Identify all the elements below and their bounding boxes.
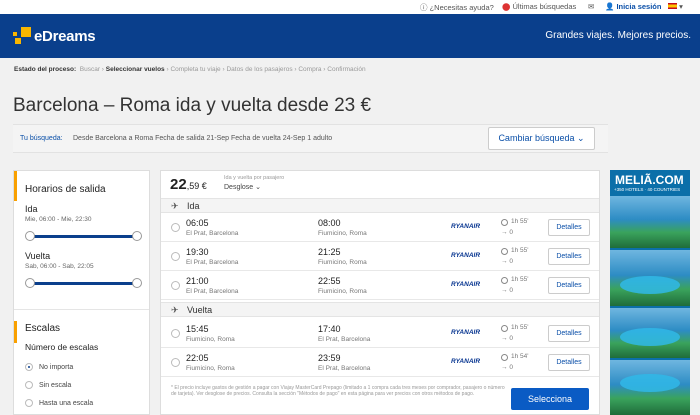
step-passengers: Datos de los pasajeros [226, 66, 293, 73]
logo-icon [13, 27, 31, 45]
step-complete-trip: Completa tu viaje [170, 66, 221, 73]
slider-handle-min[interactable] [25, 231, 35, 241]
flight-radio[interactable] [171, 281, 180, 290]
price-note: Ida y vuelta por pasajero [224, 175, 285, 181]
price-footnote: * El precio incluye gastos de gestión a … [171, 385, 505, 397]
ad-photo [610, 250, 690, 306]
utility-bar: ⓘ ¿Necesitas ayuda? ⬤ Últimas búsquedas … [0, 0, 700, 14]
flag-icon[interactable]: ▾ [668, 2, 683, 11]
flight-radio[interactable] [171, 223, 180, 232]
slider-handle-min[interactable] [25, 278, 35, 288]
flight-row[interactable]: 22:05 Fiumicino, Roma 23:59 El Prat, Bar… [161, 349, 599, 377]
flight-radio[interactable] [171, 252, 180, 261]
flight-row[interactable]: 06:05 El Prat, Barcelona 08:00 Fiumicino… [161, 214, 599, 242]
stops-option-any[interactable]: No importa [25, 363, 73, 371]
plane-icon: ✈ [171, 305, 179, 315]
tagline: Grandes viajes. Mejores precios. [545, 30, 691, 41]
flight-row[interactable]: 15:45 Fiumicino, Roma 17:40 El Prat, Bar… [161, 320, 599, 348]
flight-row[interactable]: 19:30 El Prat, Barcelona 21:25 Fiumicino… [161, 243, 599, 271]
details-button[interactable]: Detalles [548, 325, 590, 342]
filters-sidebar: Horarios de salida Ida Mie, 06:00 - Mie,… [13, 170, 150, 415]
step-select-flights: Seleccionar vuelos [105, 66, 165, 73]
search-summary: Desde Barcelona a Roma Fecha de salida 2… [73, 135, 333, 142]
edreams-logo[interactable]: eDreams [13, 27, 96, 45]
stops-title: Escalas [25, 323, 61, 334]
chevron-down-icon: ⌄ [577, 133, 585, 143]
outbound-range: Mie, 06:00 - Mie, 22:30 [25, 216, 92, 223]
site-header: eDreams Grandes viajes. Mejores precios. [0, 14, 700, 58]
clock-icon [501, 277, 508, 284]
step-confirmation: Confirmación [327, 66, 366, 73]
return-label: Vuelta [25, 251, 51, 261]
departure-times-title: Horarios de salida [25, 184, 106, 195]
flight-row[interactable]: 21:00 El Prat, Barcelona 22:55 Fiumicino… [161, 272, 599, 300]
mail-icon[interactable]: ✉ [588, 2, 594, 11]
ad-photo [610, 360, 690, 415]
melia-ad-banner[interactable]: MELIÃ.COM +350 HOTELS · 40 COUNTRIES [610, 170, 690, 415]
price: 22,59 € [170, 176, 207, 193]
tariff-select[interactable]: Desglose ⌄ [224, 183, 261, 191]
plane-icon: ✈ [171, 201, 179, 211]
details-button[interactable]: Detalles [548, 354, 590, 371]
ad-photo [610, 196, 690, 248]
help-link[interactable]: ⓘ ¿Necesitas ayuda? [420, 2, 494, 13]
outbound-label: Ida [25, 204, 38, 214]
ryanair-logo: RYANAIR [451, 252, 481, 259]
ryanair-logo: RYANAIR [451, 329, 481, 336]
flight-radio[interactable] [171, 329, 180, 338]
details-button[interactable]: Detalles [548, 248, 590, 265]
select-button[interactable]: Selecciona [511, 388, 589, 410]
step-purchase: Compra [298, 66, 322, 73]
return-time-slider[interactable] [25, 278, 142, 288]
chevron-down-icon: ⌄ [255, 184, 262, 191]
ad-brand: MELIÃ.COM [615, 173, 684, 187]
flight-radio[interactable] [171, 358, 180, 367]
ad-photo [610, 308, 690, 358]
stops-option-direct[interactable]: Sin escala [25, 381, 71, 389]
page-title: Barcelona – Roma ida y vuelta desde 23 € [13, 95, 372, 116]
results-panel: 22,59 € Ida y vuelta por pasajero Desglo… [160, 170, 600, 415]
ryanair-logo: RYANAIR [451, 358, 481, 365]
outbound-section-header: ✈ Ida [161, 198, 599, 213]
stops-subtitle: Número de escalas [25, 342, 99, 352]
ryanair-logo: RYANAIR [451, 223, 481, 230]
change-search-button[interactable]: Cambiar búsqueda ⌄ [488, 127, 595, 150]
clock-icon [501, 248, 508, 255]
process-steps: Estado del proceso: Buscar › Seleccionar… [14, 66, 366, 73]
outbound-time-slider[interactable] [25, 231, 142, 241]
details-button[interactable]: Detalles [548, 277, 590, 294]
stops-option-one[interactable]: Hasta una escala [25, 399, 93, 407]
details-button[interactable]: Detalles [548, 219, 590, 236]
slider-handle-max[interactable] [132, 278, 142, 288]
clock-icon [501, 354, 508, 361]
step-search[interactable]: Buscar [80, 66, 100, 73]
login-link[interactable]: 👤 Inicia sesión [605, 2, 661, 11]
recent-searches-link[interactable]: ⬤ Últimas búsquedas [502, 2, 576, 11]
clock-icon [501, 219, 508, 226]
clock-icon [501, 325, 508, 332]
return-section-header: ✈ Vuelta [161, 302, 599, 317]
ryanair-logo: RYANAIR [451, 281, 481, 288]
ad-subtitle: +350 HOTELS · 40 COUNTRIES [614, 187, 681, 192]
search-label: Tu búsqueda: [20, 135, 63, 142]
return-range: Sab, 06:00 - Sab, 22:05 [25, 263, 94, 270]
slider-handle-max[interactable] [132, 231, 142, 241]
